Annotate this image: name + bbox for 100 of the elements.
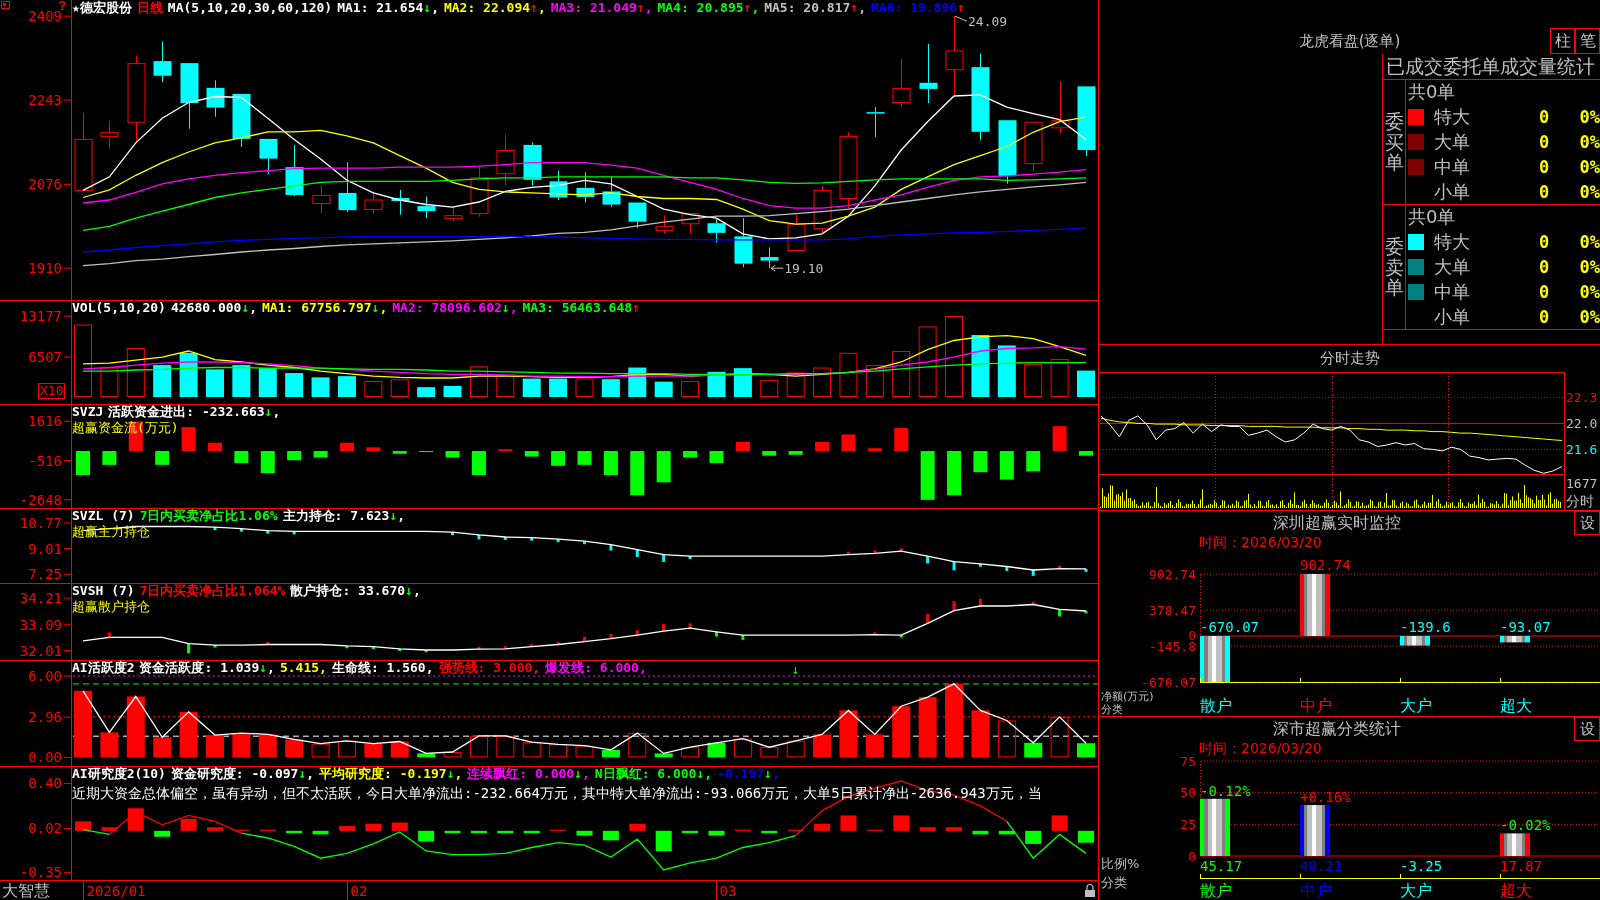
data-label: 17.87 <box>1500 858 1543 874</box>
legend-item: SVZL (7) <box>72 508 135 523</box>
legend-item: 活跃资金进出: -232.663 <box>108 404 265 419</box>
trend-arrow: ↑ <box>632 300 640 315</box>
order-size-label: 特大 <box>1434 230 1471 253</box>
trend-arrow: ↓, <box>259 660 275 675</box>
category-label: 大户 <box>1400 881 1432 900</box>
order-size-label: 特大 <box>1434 105 1471 128</box>
panel-title: 深圳超赢实时监控 <box>1271 512 1402 534</box>
side-label: 委买单 <box>1384 110 1404 174</box>
axis-title: 分类 <box>1101 703 1123 716</box>
order-size-label: 大单 <box>1434 130 1471 153</box>
axis-label: 0.00 <box>28 749 62 766</box>
indicator-subtitle: 超赢散户持仓 <box>72 599 150 614</box>
axis-label: 902.74 <box>1149 566 1196 582</box>
category-label: 中户 <box>1300 881 1332 900</box>
trend-arrow: ↓, <box>423 0 439 15</box>
order-percent: 0% <box>1579 130 1600 153</box>
axis-label: 7.25 <box>28 566 62 583</box>
legend-item: 生命线: 1.560, <box>331 660 434 675</box>
order-percent: 0% <box>1579 305 1600 328</box>
axis-label: 6507 <box>28 349 62 366</box>
legend-item: MA3: 56463.648 <box>522 300 633 315</box>
order-percent: 0% <box>1579 180 1600 203</box>
order-percent: 0% <box>1579 255 1600 278</box>
axis-label: 2076 <box>28 176 62 193</box>
order-percent: 0% <box>1579 280 1600 303</box>
order-count: 0 <box>1537 180 1551 203</box>
legend-item: 爆发线: 6.000, <box>545 660 647 675</box>
axis-label: -670.07 <box>1141 674 1196 690</box>
axis-label: 378.47 <box>1149 602 1196 618</box>
side-label: 委卖单 <box>1384 235 1404 299</box>
signal-marker: ↓ <box>791 662 800 677</box>
data-label: 902.74 <box>1300 557 1351 573</box>
axis-label: 6.00 <box>28 668 62 684</box>
legend-item: SVSH (7) <box>72 583 135 598</box>
trend-arrow: ↑, <box>850 0 866 15</box>
legend-item: MA6: 19.896 <box>870 0 958 15</box>
period-label: 分时 <box>1566 493 1594 509</box>
legend-item: MA3: 21.049 <box>550 0 637 15</box>
category-label: 散户 <box>1200 881 1232 900</box>
time-label: 时间：2026/03/20 <box>1199 740 1322 756</box>
legend-item: MA2: 78096.602 <box>392 300 502 315</box>
legend-item: -0.197 <box>717 766 765 781</box>
trend-arrow: ↓, <box>298 766 315 781</box>
category-label: 超大 <box>1500 696 1532 715</box>
legend-item: AI活跃度2 <box>72 660 135 675</box>
order-size-label: 小单 <box>1434 305 1471 328</box>
axis-title: 比例% <box>1101 856 1140 871</box>
data-label: 45.17 <box>1200 858 1243 874</box>
price-label: 24.09 <box>968 14 1008 30</box>
axis-label: 0.02 <box>28 820 62 837</box>
order-count: 0 <box>1537 130 1551 153</box>
legend-item: 资金研究度: -0.097 <box>170 766 299 781</box>
order-count: 0 <box>1537 255 1551 278</box>
legend-item: 资金活跃度: 1.039 <box>139 660 260 675</box>
axis-label: 13177 <box>19 308 62 325</box>
order-count: 0 <box>1537 230 1551 253</box>
data-label: -139.6 <box>1400 619 1451 635</box>
price-label: 19.10 <box>784 261 824 277</box>
legend-item: MA2: 22.094 <box>443 0 531 15</box>
axis-label: 34.21 <box>19 590 62 607</box>
trend-arrow: ↓, <box>389 508 406 523</box>
table-title: 已成交委托单成交量统计 <box>1386 55 1595 77</box>
date-label: 2026/01 <box>86 883 146 899</box>
legend-item: 强势线: 3.000, <box>438 660 541 675</box>
legend-item: 7日内买卖净占比1.064% <box>139 583 286 598</box>
axis-label: -0.35 <box>19 864 62 880</box>
axis-label: 32.01 <box>19 642 62 659</box>
category-label: 散户 <box>1200 696 1232 715</box>
axis-label: 25 <box>1180 816 1196 832</box>
order-percent: 0% <box>1579 230 1600 253</box>
category-label: 超大 <box>1500 881 1532 900</box>
legend-item: 5.415, <box>279 660 327 675</box>
axis-label: 10.77 <box>19 515 62 531</box>
legend-item: MA1: 67756.797 <box>262 300 372 315</box>
order-percent: 0% <box>1579 105 1600 128</box>
change-label: -0.02% <box>1500 817 1551 834</box>
axis-label: 1910 <box>28 260 62 277</box>
trend-arrow: ↓, <box>501 300 518 315</box>
order-percent: 0% <box>1579 155 1600 178</box>
legend-item: 主力持仓: 7.623 <box>282 508 390 523</box>
trend-arrow: ↓, <box>241 300 258 315</box>
trend-arrow: ↓, <box>446 766 463 781</box>
trend-arrow: ↓, <box>574 766 590 781</box>
date-label: 02 <box>350 883 368 899</box>
order-size-label: 中单 <box>1434 280 1471 303</box>
legend-item: 散户持仓: 33.670 <box>290 583 406 598</box>
axis-label: 33.09 <box>19 616 62 633</box>
order-count: 0 <box>1537 105 1551 128</box>
trend-arrow: ↓, <box>764 766 780 781</box>
unit-label: X10 <box>38 383 66 399</box>
axis-label: 2409 <box>28 8 62 25</box>
trend-arrow: ↓, <box>696 766 713 781</box>
order-count: 0 <box>1537 155 1551 178</box>
change-label: +0.16% <box>1300 789 1351 806</box>
axis-label: 21.6 <box>1566 442 1598 458</box>
order-count: 0 <box>1537 305 1551 328</box>
brand-label: 大智慧 <box>1 881 51 900</box>
trend-arrow: ↓, <box>371 300 388 315</box>
